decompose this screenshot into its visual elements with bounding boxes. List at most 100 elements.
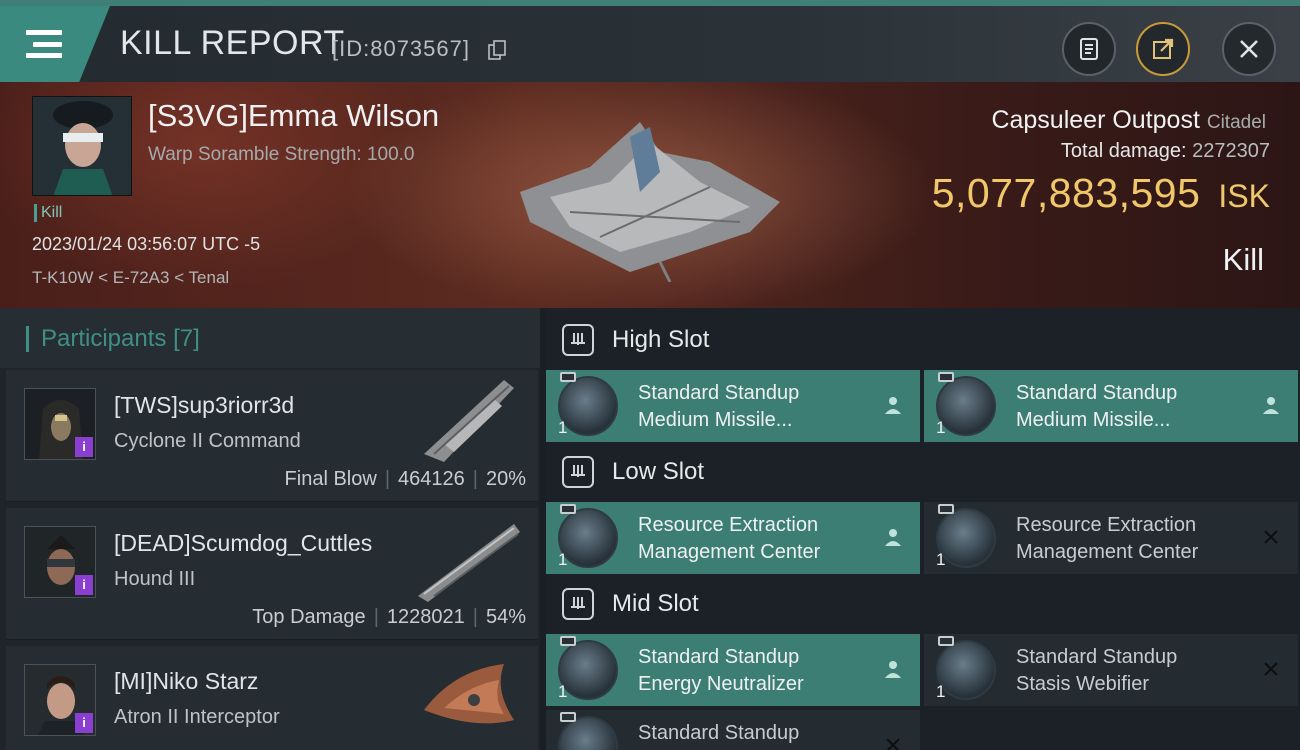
slot-header-low: Low Slot <box>546 442 1300 502</box>
module-tag-icon <box>938 372 954 382</box>
participant-percent: 54% <box>485 606 526 628</box>
avatar: i <box>24 664 96 736</box>
participant-role: Top Damage <box>252 606 366 628</box>
structure-type: Capsuleer Outpost Citadel <box>991 106 1266 135</box>
mid-slot-icon <box>562 588 594 620</box>
menu-button[interactable] <box>0 6 110 82</box>
module-name: Resource Extraction Management Center <box>1016 512 1198 566</box>
total-damage-label: Total damage: <box>1060 140 1187 162</box>
structure-render <box>520 122 780 282</box>
module-item[interactable]: 1 Standard Standup Energy Neutralizer <box>546 634 920 706</box>
close-icon <box>1240 40 1258 58</box>
slot-header-mid: Mid Slot <box>546 574 1300 634</box>
participants-panel: Participants [7] i [TWS]sup3riorr3d Cycl… <box>0 308 540 750</box>
participant-ship-image <box>424 380 514 462</box>
avatar: i <box>24 388 96 460</box>
participant-card[interactable]: i [MI]Niko Starz Atron II Interceptor <box>6 646 538 750</box>
module-tag-icon <box>560 504 576 514</box>
participant-stats: Final Blow | 464126 | 20% <box>284 468 526 490</box>
victim-avatar[interactable] <box>32 96 132 196</box>
module-quantity: 1 <box>936 682 946 701</box>
info-badge: i <box>75 437 93 457</box>
victim-banner: [S3VG]Emma Wilson Warp Soramble Strength… <box>0 82 1300 308</box>
module-tag-icon <box>938 504 954 514</box>
person-icon <box>885 397 901 414</box>
result-label: Kill <box>1222 242 1264 277</box>
person-icon <box>885 661 901 678</box>
module-quantity: 1 <box>936 550 946 569</box>
close-button[interactable] <box>1222 22 1276 76</box>
module-name-line1: Standard Standup <box>1016 382 1178 404</box>
participants-count: [7] <box>173 325 200 352</box>
module-item[interactable]: 1 Resource Extraction Management Center <box>924 502 1298 574</box>
participant-ship: Cyclone II Command <box>114 430 301 452</box>
module-name-line2: Medium Missile... <box>638 409 793 431</box>
module-tag-icon <box>938 636 954 646</box>
participant-card[interactable]: i [TWS]sup3riorr3d Cyclone II Command Fi… <box>6 370 538 502</box>
module-name: Standard Standup Medium Missile... <box>638 380 799 434</box>
isk-value: 5,077,883,595 ISK <box>932 170 1270 217</box>
structure-class: Citadel <box>1206 112 1266 133</box>
kill-location[interactable]: T-K10W < E-72A3 < Tenal <box>32 268 229 288</box>
slot-label: Mid Slot <box>612 590 699 617</box>
module-name: Standard Standup Energy Neutralizer <box>638 644 804 698</box>
total-damage-value: 2272307 <box>1192 140 1270 162</box>
module-tag-icon <box>560 712 576 722</box>
page-title: KILL REPORT <box>120 24 345 62</box>
module-name-line2: Medium Missile... <box>1016 409 1171 431</box>
module-quantity: 1 <box>936 418 946 437</box>
structure-name: Capsuleer Outpost <box>991 106 1200 134</box>
clipboard-icon <box>1080 38 1098 60</box>
high-slot-icon <box>562 324 594 356</box>
kill-timestamp: 2023/01/24 03:56:07 UTC -5 <box>32 234 261 254</box>
copy-icon[interactable] <box>488 40 506 60</box>
low-slot-icon <box>562 456 594 488</box>
module-item[interactable]: 1 Standard Standup Stasis Webifier <box>924 634 1298 706</box>
person-icon <box>885 529 901 546</box>
participant-name: [DEAD]Scumdog_Cuttles <box>114 530 373 556</box>
participant-card[interactable]: i [DEAD]Scumdog_Cuttles Hound III Top Da… <box>6 508 538 640</box>
module-name: Standard Standup Stasis Webifier <box>1016 644 1177 698</box>
module-name-line2: Stasis Webifier <box>1016 673 1150 695</box>
module-name-line2: Energy Neutralizer <box>638 673 804 695</box>
clipboard-button[interactable] <box>1062 22 1116 76</box>
participant-ship-image <box>418 524 520 602</box>
participant-damage: 464126 <box>398 468 465 490</box>
module-name-line1: Standard Standup <box>638 646 800 668</box>
avatar: i <box>24 526 96 598</box>
share-button[interactable] <box>1136 22 1190 76</box>
participant-role: Final Blow <box>284 468 377 490</box>
module-item[interactable]: 1 Standard Standup Medium Missile... <box>546 370 920 442</box>
participant-ship: Hound III <box>114 568 196 590</box>
module-item[interactable]: 1 Standard Standup Medium Missile... <box>924 370 1298 442</box>
kill-tag: Kill <box>34 204 62 222</box>
person-icon <box>1263 397 1279 414</box>
module-item[interactable]: 1 Resource Extraction Management Center <box>546 502 920 574</box>
total-damage: Total damage: 2272307 <box>1061 140 1270 163</box>
victim-name: [S3VG]Emma Wilson <box>148 98 440 133</box>
info-badge: i <box>75 575 93 595</box>
destroyed-icon <box>886 738 900 750</box>
top-bar: KILL REPORT [ID:8073567] <box>0 0 1300 82</box>
slot-label: High Slot <box>612 326 710 353</box>
module-name: Resource Extraction Management Center <box>638 512 820 566</box>
participants-header[interactable]: Participants [7] <box>0 308 540 368</box>
menu-icon <box>26 30 62 58</box>
module-name: Standard Standup Medium Missile... <box>1016 380 1177 434</box>
module-quantity: 1 <box>558 682 568 701</box>
victim-portrait-image <box>33 97 131 195</box>
report-id: [ID:8073567] <box>332 36 470 61</box>
module-tag-icon <box>560 372 576 382</box>
module-name-line1: Standard Standup <box>638 382 800 404</box>
module-name-line2: Management Center <box>638 541 821 563</box>
participant-damage: 1228021 <box>386 606 465 628</box>
participant-name: [MI]Niko Starz <box>114 668 259 694</box>
module-tag-icon <box>560 636 576 646</box>
module-quantity: 1 <box>558 418 568 437</box>
slot-label: Low Slot <box>612 458 705 485</box>
slot-header-high: High Slot <box>546 310 1300 370</box>
info-badge: i <box>75 713 93 733</box>
module-item[interactable]: Standard Standup <box>546 710 920 750</box>
isk-amount: 5,077,883,595 <box>931 170 1201 216</box>
participants-title-label: Participants <box>41 325 167 352</box>
